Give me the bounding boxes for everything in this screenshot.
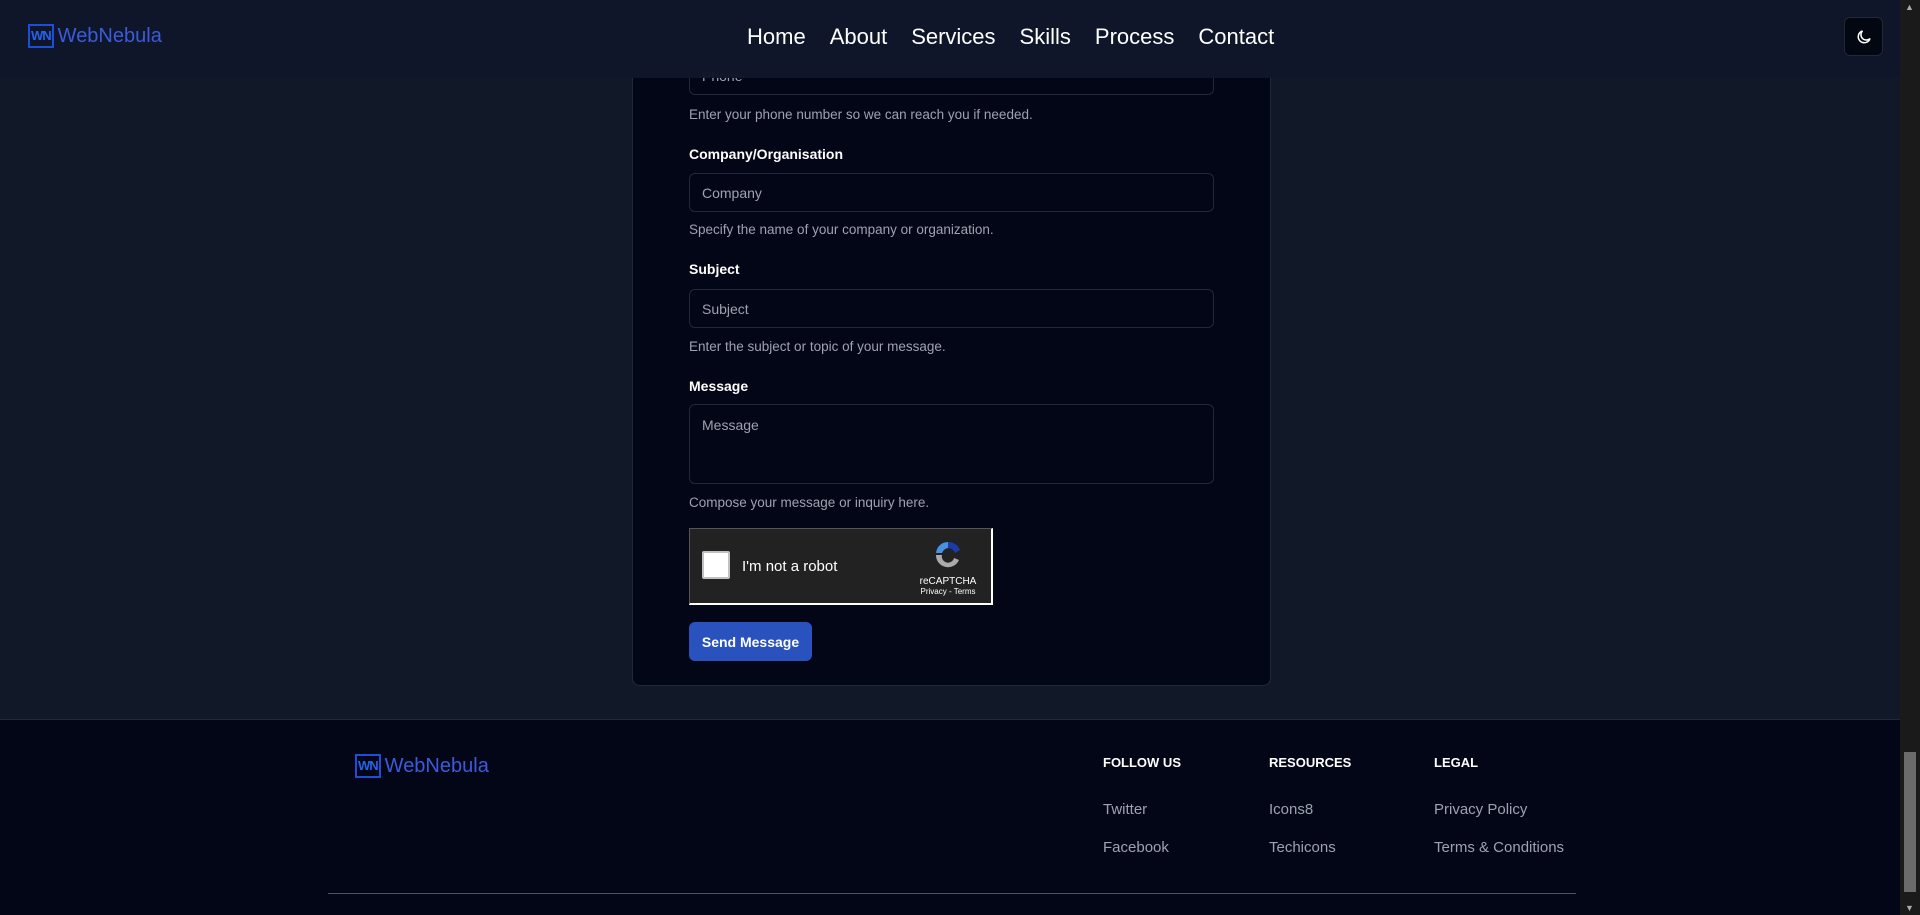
message-textarea[interactable]: Message bbox=[689, 404, 1214, 484]
column-title: RESOURCES bbox=[1269, 755, 1352, 770]
message-help: Compose your message or inquiry here. bbox=[689, 495, 930, 510]
facebook-link[interactable]: Facebook bbox=[1103, 839, 1181, 856]
nav-links: Home About Services Skills Process Conta… bbox=[747, 24, 1274, 50]
message-placeholder: Message bbox=[702, 417, 759, 433]
footer-follow-us: FOLLOW US Twitter Facebook bbox=[1103, 755, 1181, 877]
recaptcha-logo-icon bbox=[935, 541, 960, 568]
scrollbar-thumb[interactable] bbox=[1904, 752, 1916, 892]
theme-toggle-button[interactable] bbox=[1844, 17, 1883, 56]
company-input[interactable]: Company bbox=[689, 173, 1214, 212]
privacy-policy-link[interactable]: Privacy Policy bbox=[1434, 801, 1564, 818]
scrollbar[interactable]: ▲ ▼ bbox=[1900, 0, 1920, 915]
logo-mark: WN bbox=[28, 24, 54, 48]
captcha-label: I'm not a robot bbox=[742, 558, 838, 575]
techicons-link[interactable]: Techicons bbox=[1269, 839, 1351, 856]
company-help: Specify the name of your company or orga… bbox=[689, 222, 994, 237]
twitter-link[interactable]: Twitter bbox=[1103, 801, 1181, 818]
nav-about[interactable]: About bbox=[830, 24, 888, 50]
company-placeholder: Company bbox=[702, 184, 762, 201]
moon-icon bbox=[1857, 29, 1871, 43]
footer-divider bbox=[328, 893, 1576, 894]
message-label: Message bbox=[689, 378, 749, 394]
captcha-checkbox[interactable] bbox=[702, 551, 730, 579]
footer-logo-text: WebNebula bbox=[384, 754, 489, 777]
scroll-up-arrow-icon[interactable]: ▲ bbox=[1905, 2, 1914, 12]
recaptcha-widget: I'm not a robot reCAPTCHA Privacy - Term… bbox=[689, 528, 993, 605]
nav-process[interactable]: Process bbox=[1095, 24, 1174, 50]
page: Phone Enter your phone number so we can … bbox=[0, 0, 1900, 915]
scroll-down-arrow-icon[interactable]: ▼ bbox=[1905, 903, 1914, 913]
footer-resources: RESOURCES Icons8 Techicons bbox=[1269, 755, 1351, 877]
subject-placeholder: Subject bbox=[702, 300, 749, 317]
footer: WN WebNebula FOLLOW US Twitter Facebook RES… bbox=[0, 719, 1900, 915]
recaptcha-branding: reCAPTCHA Privacy - Terms bbox=[913, 539, 983, 596]
recaptcha-brand: reCAPTCHA bbox=[919, 576, 977, 587]
nav-contact[interactable]: Contact bbox=[1198, 24, 1274, 50]
phone-help: Enter your phone number so we can reach … bbox=[689, 107, 1033, 122]
navbar: WN WebNebula Home About Services Skills P… bbox=[0, 0, 1900, 78]
footer-logo[interactable]: WN WebNebula bbox=[355, 754, 489, 778]
logo-text: WebNebula bbox=[57, 24, 162, 47]
subject-input[interactable]: Subject bbox=[689, 289, 1214, 328]
subject-help: Enter the subject or topic of your messa… bbox=[689, 339, 946, 354]
column-title: FOLLOW US bbox=[1103, 755, 1181, 770]
footer-legal: LEGAL Privacy Policy Terms & Conditions bbox=[1434, 755, 1564, 877]
column-title: LEGAL bbox=[1434, 755, 1479, 770]
nav-skills[interactable]: Skills bbox=[1020, 24, 1071, 50]
recaptcha-links[interactable]: Privacy - Terms bbox=[913, 587, 983, 596]
nav-services[interactable]: Services bbox=[911, 24, 995, 50]
icons8-link[interactable]: Icons8 bbox=[1269, 801, 1351, 818]
company-label: Company/Organisation bbox=[689, 146, 844, 162]
nav-home[interactable]: Home bbox=[747, 24, 806, 50]
terms-link[interactable]: Terms & Conditions bbox=[1434, 839, 1564, 856]
send-message-button[interactable]: Send Message bbox=[689, 622, 812, 661]
subject-label: Subject bbox=[689, 261, 740, 277]
logo[interactable]: WN WebNebula bbox=[28, 24, 162, 48]
footer-logo-mark: WN bbox=[355, 754, 381, 778]
